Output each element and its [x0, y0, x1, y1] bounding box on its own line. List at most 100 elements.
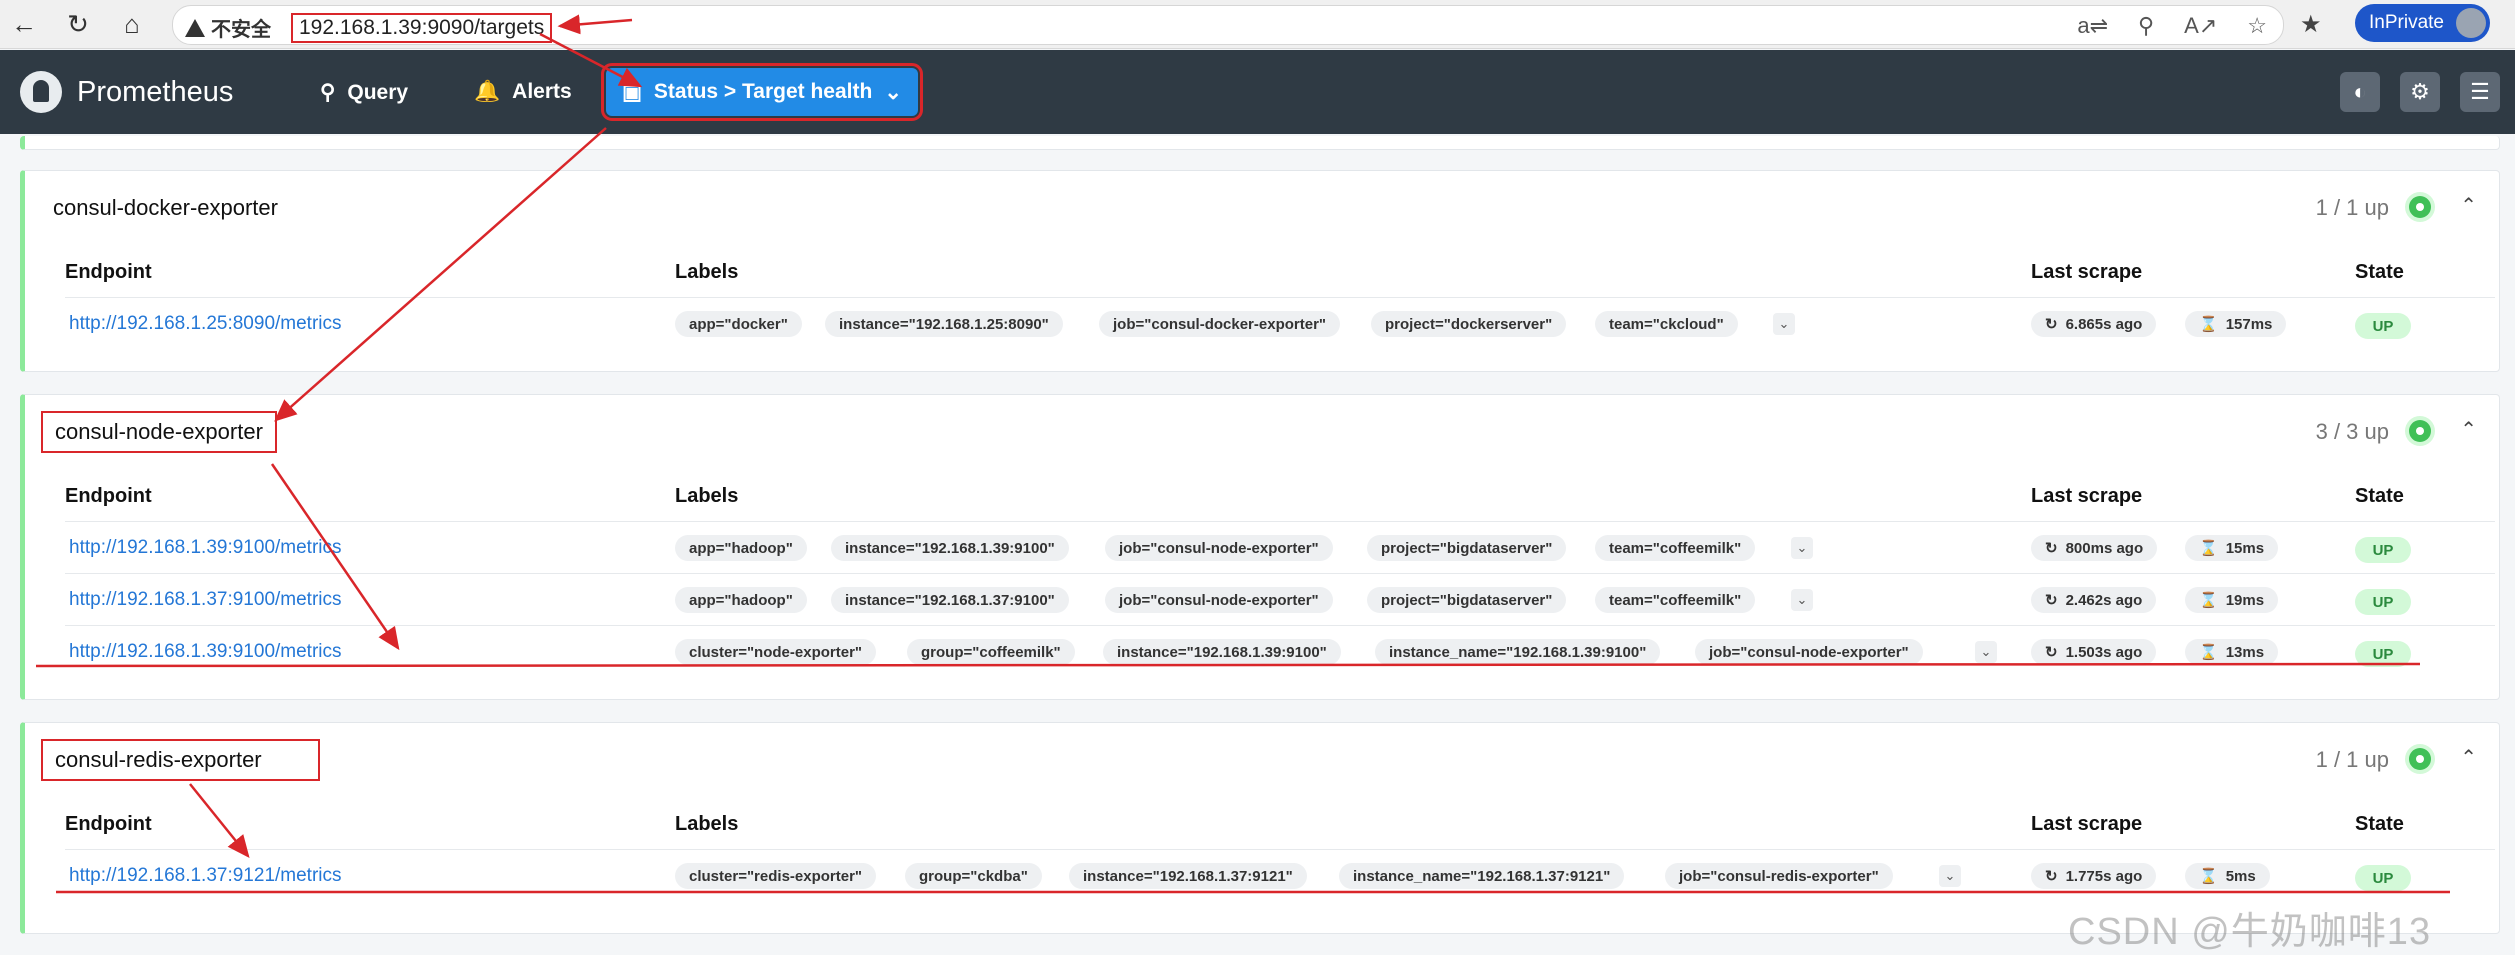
- label-badge: instance="192.168.1.39:9100": [1103, 639, 1341, 665]
- header-last-scrape: Last scrape: [2031, 485, 2143, 507]
- health-ok-icon: [2409, 196, 2431, 218]
- prometheus-logo-icon[interactable]: [20, 71, 62, 113]
- scrape-duration-badge: ⌛ 19ms: [2185, 587, 2279, 613]
- label-badge: instance_name="192.168.1.39:9100": [1375, 639, 1661, 665]
- hourglass-icon: ⌛: [2199, 316, 2218, 333]
- divider: [65, 849, 2495, 850]
- search-icon: ⚲: [320, 81, 336, 104]
- header-labels: Labels: [675, 485, 739, 507]
- endpoint-link[interactable]: http://192.168.1.37:9100/metrics: [69, 589, 342, 611]
- pool-card: consul-node-exporter 3 / 3 up ⌃ Endpoint…: [20, 394, 2500, 700]
- pool-title[interactable]: consul-redis-exporter: [41, 739, 320, 781]
- label-badge: app="hadoop": [675, 535, 807, 561]
- last-scrape-badge: ↻ 800ms ago: [2031, 535, 2158, 561]
- state-badge: UP: [2355, 865, 2411, 891]
- nav-status-dropdown[interactable]: ▣ Status > Target health ⌄: [601, 63, 923, 121]
- watermark: CSDN @牛奶咖啡13: [2068, 911, 2432, 953]
- last-scrape-badge: ↻ 6.865s ago: [2031, 311, 2157, 337]
- state-badge: UP: [2355, 537, 2411, 563]
- nav-alerts[interactable]: 🔔 Alerts: [474, 80, 572, 104]
- monitor-icon: ▣: [622, 80, 642, 104]
- expand-labels-icon[interactable]: ⌄: [1975, 641, 1997, 663]
- divider: [65, 625, 2495, 626]
- label-badge: instance="192.168.1.37:9100": [831, 587, 1069, 613]
- label-badge: instance="192.168.1.39:9100": [831, 535, 1069, 561]
- read-aloud-icon[interactable]: A↗: [2184, 13, 2217, 39]
- docs-book-icon[interactable]: ☰: [2460, 72, 2500, 112]
- refresh-icon: ↻: [2045, 868, 2058, 885]
- pool-title[interactable]: consul-docker-exporter: [53, 195, 278, 221]
- header-state: State: [2355, 261, 2404, 283]
- back-arrow-icon[interactable]: ←: [8, 8, 40, 40]
- header-state: State: [2355, 813, 2404, 835]
- hourglass-icon: ⌛: [2199, 868, 2218, 885]
- favorite-star-icon[interactable]: ☆: [2247, 13, 2267, 39]
- endpoint-link[interactable]: http://192.168.1.39:9100/metrics: [69, 537, 342, 559]
- scrape-duration-badge: ⌛ 5ms: [2185, 863, 2270, 889]
- expand-labels-icon[interactable]: ⌄: [1773, 313, 1795, 335]
- last-scrape-badge: ↻ 2.462s ago: [2031, 587, 2157, 613]
- label-badge: instance="192.168.1.25:8090": [825, 311, 1063, 337]
- favorites-icon[interactable]: ★: [2300, 10, 2322, 39]
- divider: [65, 521, 2495, 522]
- label-badge: group="coffeemilk": [907, 639, 1075, 665]
- refresh-icon: ↻: [2045, 316, 2058, 333]
- header-state: State: [2355, 485, 2404, 507]
- pool-title[interactable]: consul-node-exporter: [41, 411, 277, 453]
- chevron-down-icon: ⌄: [884, 80, 902, 104]
- warning-icon: [185, 18, 205, 37]
- hourglass-icon: ⌛: [2199, 540, 2218, 557]
- endpoint-link[interactable]: http://192.168.1.39:9100/metrics: [69, 641, 342, 663]
- header-endpoint: Endpoint: [65, 813, 152, 835]
- hourglass-icon: ⌛: [2199, 644, 2218, 661]
- hourglass-icon: ⌛: [2199, 592, 2218, 609]
- label-badge: project="bigdataserver": [1367, 535, 1567, 561]
- inprivate-button[interactable]: InPrivate: [2355, 4, 2490, 42]
- header-last-scrape: Last scrape: [2031, 261, 2143, 283]
- home-icon[interactable]: ⌂: [116, 8, 148, 40]
- header-last-scrape: Last scrape: [2031, 813, 2143, 835]
- endpoint-link[interactable]: http://192.168.1.37:9121/metrics: [69, 865, 342, 887]
- scrape-duration-badge: ⌛ 15ms: [2185, 535, 2279, 561]
- zoom-icon[interactable]: ⚲: [2138, 13, 2154, 39]
- pool-up-count: 1 / 1 up: [2315, 195, 2389, 220]
- refresh-icon[interactable]: ↻: [62, 8, 94, 40]
- label-badge: team="coffeemilk": [1595, 535, 1756, 561]
- brand-title[interactable]: Prometheus: [77, 76, 233, 109]
- security-warning[interactable]: 不安全: [185, 13, 271, 42]
- header-endpoint: Endpoint: [65, 261, 152, 283]
- expand-labels-icon[interactable]: ⌄: [1939, 865, 1961, 887]
- pool-card: consul-docker-exporter 1 / 1 up ⌃ Endpoi…: [20, 170, 2500, 372]
- settings-gear-icon[interactable]: ⚙: [2400, 72, 2440, 112]
- url-text[interactable]: 192.168.1.39:9090/targets: [291, 13, 553, 43]
- expand-labels-icon[interactable]: ⌄: [1791, 537, 1813, 559]
- label-badge: project="bigdataserver": [1367, 587, 1567, 613]
- theme-toggle-icon[interactable]: ◐: [2340, 72, 2380, 112]
- collapse-chevron-icon[interactable]: ⌃: [2460, 745, 2477, 770]
- label-badge: job="consul-node-exporter": [1105, 587, 1333, 613]
- expand-labels-icon[interactable]: ⌄: [1791, 589, 1813, 611]
- label-badge: team="coffeemilk": [1595, 587, 1756, 613]
- label-badge: app="docker": [675, 311, 802, 337]
- prometheus-navbar: Prometheus ⚲ Query 🔔 Alerts ▣ Status > T…: [0, 50, 2515, 134]
- translate-icon[interactable]: a⇌: [2077, 13, 2108, 39]
- collapse-chevron-icon[interactable]: ⌃: [2460, 417, 2477, 442]
- header-labels: Labels: [675, 813, 739, 835]
- refresh-icon: ↻: [2045, 592, 2058, 609]
- bell-icon: 🔔: [474, 80, 501, 103]
- state-badge: UP: [2355, 589, 2411, 615]
- refresh-icon: ↻: [2045, 540, 2058, 557]
- address-bar[interactable]: 不安全 192.168.1.39:9090/targets a⇌ ⚲ A↗ ☆: [172, 5, 2284, 45]
- collapse-chevron-icon[interactable]: ⌃: [2460, 193, 2477, 218]
- endpoint-link[interactable]: http://192.168.1.25:8090/metrics: [69, 313, 342, 335]
- divider: [65, 297, 2495, 298]
- label-badge: group="ckdba": [905, 863, 1042, 889]
- scrape-duration-badge: ⌛ 157ms: [2185, 311, 2287, 337]
- last-scrape-badge: ↻ 1.775s ago: [2031, 863, 2157, 889]
- previous-pool-card-edge: [20, 136, 2500, 150]
- health-ok-icon: [2409, 748, 2431, 770]
- label-badge: job="consul-redis-exporter": [1665, 863, 1893, 889]
- label-badge: cluster="redis-exporter": [675, 863, 877, 889]
- nav-query[interactable]: ⚲ Query: [320, 80, 408, 105]
- last-scrape-badge: ↻ 1.503s ago: [2031, 639, 2157, 665]
